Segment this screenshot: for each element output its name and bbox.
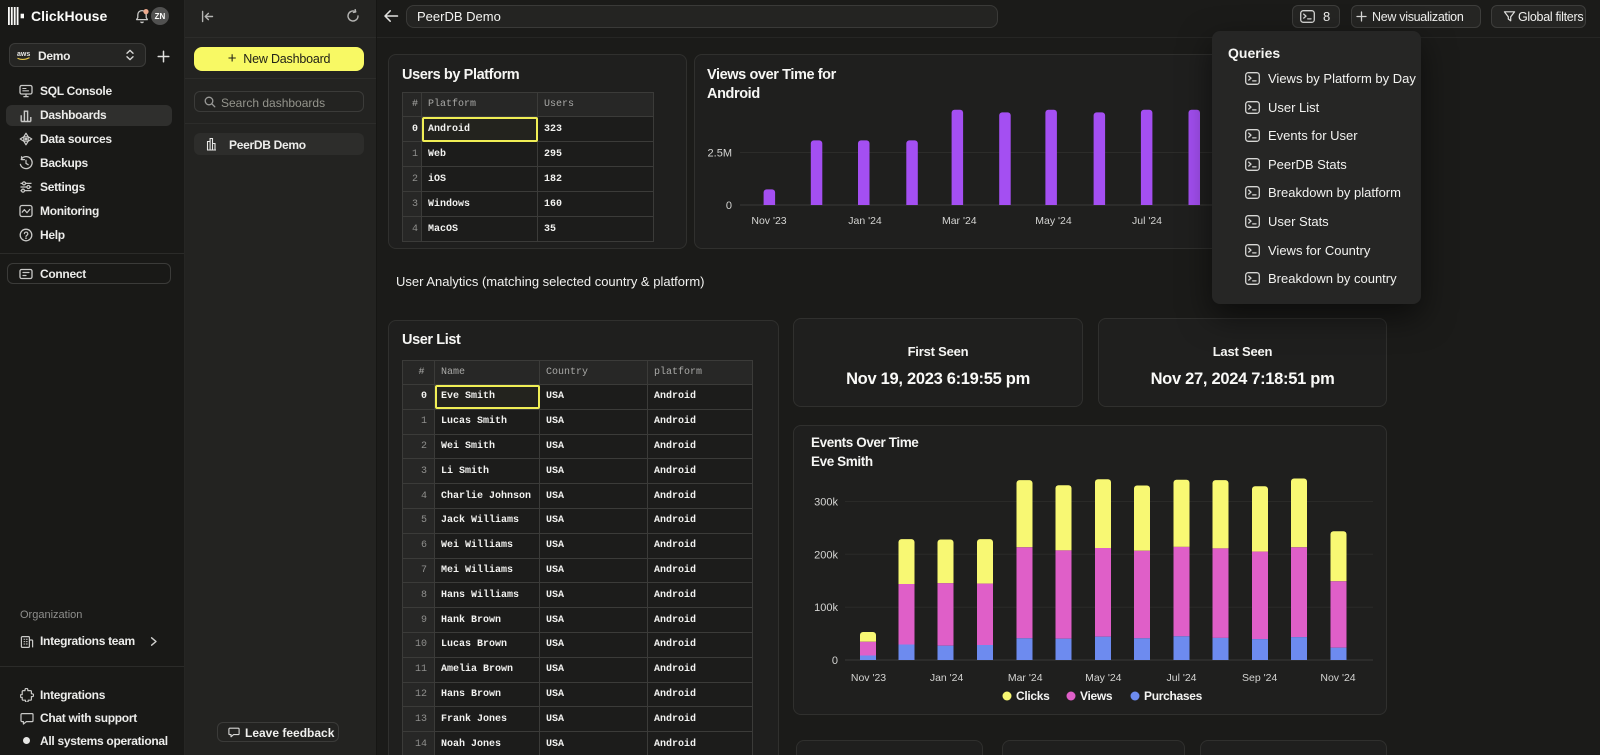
svg-text:2.5M: 2.5M [708,148,732,160]
svg-text:aws: aws [17,51,30,58]
svg-text:200k: 200k [814,549,838,561]
svg-text:Nov '23: Nov '23 [851,672,886,684]
svg-text:Nov '24: Nov '24 [1320,672,1355,684]
svg-text:Mar '24: Mar '24 [942,215,977,227]
svg-text:May '24: May '24 [1035,215,1072,227]
svg-text:Jul '24: Jul '24 [1132,215,1162,227]
svg-text:100k: 100k [814,602,838,614]
svg-text:Nov '23: Nov '23 [751,215,786,227]
svg-text:300k: 300k [814,497,838,509]
svg-text:Jan '24: Jan '24 [930,672,964,684]
svg-text:Clicks: Clicks [1016,689,1050,703]
svg-text:0: 0 [832,655,838,667]
svg-text:Mar '24: Mar '24 [1008,672,1043,684]
svg-text:Jan '24: Jan '24 [848,215,882,227]
svg-text:Purchases: Purchases [1144,689,1203,703]
svg-text:Sep '24: Sep '24 [1242,672,1277,684]
svg-text:Views: Views [1080,689,1113,703]
svg-text:0: 0 [726,200,732,212]
svg-text:Jul '24: Jul '24 [1166,672,1196,684]
svg-text:May '24: May '24 [1085,672,1122,684]
